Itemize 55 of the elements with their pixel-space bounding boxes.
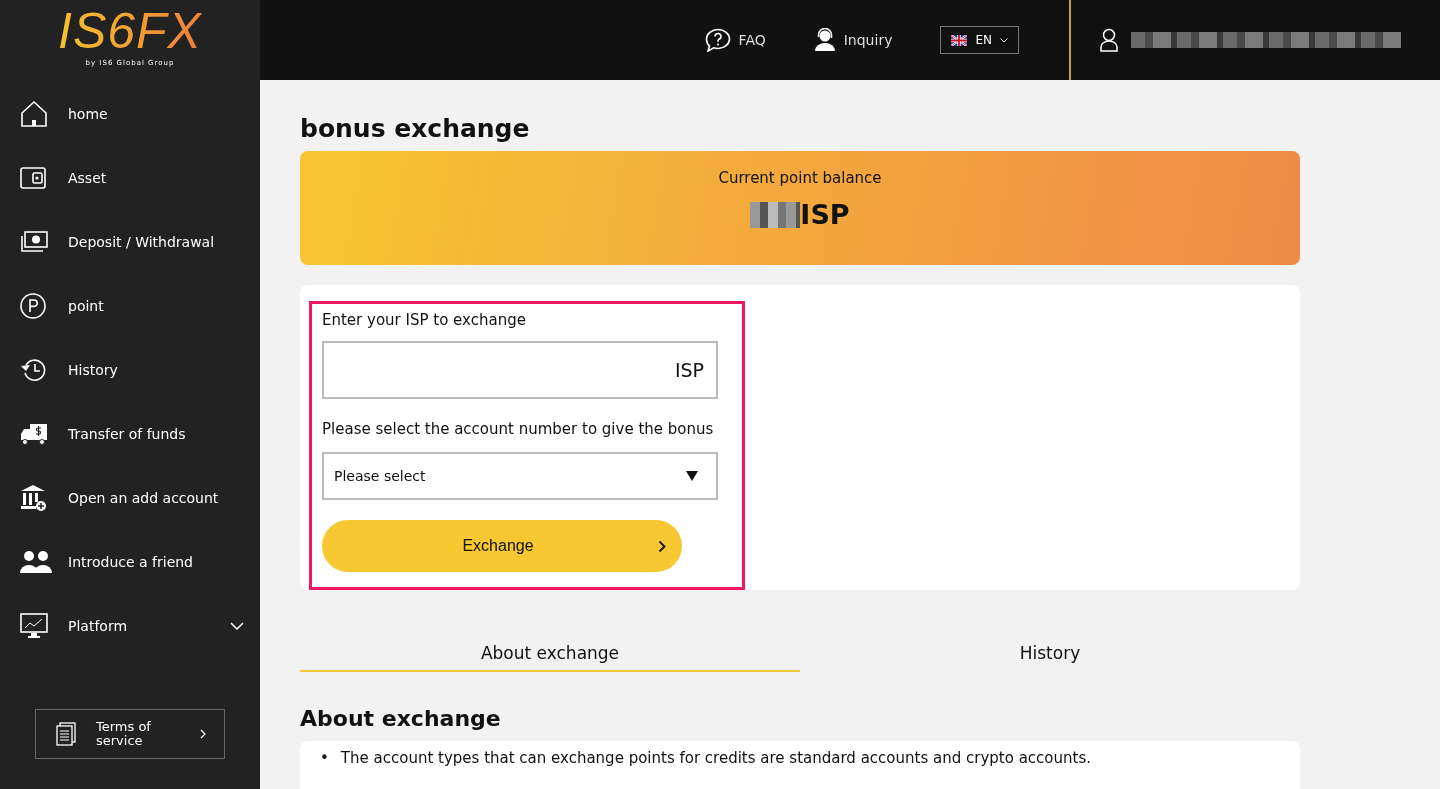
question-bubble-icon [704,28,731,52]
monitor-chart-icon [20,613,48,639]
nav-item[interactable]: Platform [0,594,260,658]
nav-label: Platform [68,618,129,634]
page-title: bonus exchange [300,114,531,143]
dropdown-triangle-icon [686,470,698,482]
chevron-right-icon [200,729,206,739]
language-select[interactable]: EN [940,26,1019,54]
p-circle-icon [20,293,46,319]
section-title: About exchange [300,706,502,731]
headset-person-icon [813,28,836,52]
wallet-icon [20,167,46,189]
chevron-down-icon [1000,37,1008,43]
chevron-right-icon [658,539,666,553]
people-icon [20,550,52,574]
nav-label: Open an add account [68,490,220,506]
inquiry-link[interactable]: Inquiry [813,28,893,52]
nav-item[interactable]: Transfer of funds [0,402,260,466]
truck-icon [20,423,48,445]
exchange-button[interactable]: Exchange [322,520,682,572]
tab[interactable]: About exchange [300,636,800,672]
field-label: Please select the account number to give the bonus [322,419,715,439]
nav-item[interactable]: point [0,274,260,338]
nav-item[interactable]: Open an add account [0,466,260,530]
amount-field[interactable]: ISP [322,341,718,399]
nav-label: Introduce a friend [68,554,194,570]
balance-unit: ISP [800,199,850,230]
nav-item[interactable]: home [0,82,260,146]
nav-label: Asset [68,170,108,186]
nav-item[interactable]: Introduce a friend [0,530,260,594]
redacted-value [750,201,801,228]
field-label: Enter your ISP to exchange [322,310,527,330]
bank-plus-icon [20,484,48,512]
nav-label: home [68,106,109,122]
nav-item[interactable]: Asset [0,146,260,210]
user-icon [1099,28,1119,52]
nav-label: Deposit / Withdrawal [68,234,216,250]
account-select[interactable]: Please select [322,452,718,500]
home-icon [20,100,48,128]
nav-item[interactable]: Deposit / Withdrawal [0,210,260,274]
balance-label: Current point balance [718,169,882,187]
terms-of-service-button[interactable]: Terms of service [35,709,225,759]
nav-label: History [68,362,119,378]
nav-item[interactable]: History [0,338,260,402]
unit-label: ISP [674,359,704,381]
tab[interactable]: History [800,636,1300,672]
nav-label: Transfer of funds [68,426,187,442]
document-icon [56,722,76,746]
banknote-icon [20,231,48,253]
nav-label: point [68,298,105,314]
bullet: • [320,749,329,767]
bullet-text: The account types that can exchange points for credits are standard accounts and crypto accounts. [340,749,1091,767]
faq-link[interactable]: FAQ [704,28,766,52]
flag-icon [951,34,968,46]
history-icon [20,357,48,383]
